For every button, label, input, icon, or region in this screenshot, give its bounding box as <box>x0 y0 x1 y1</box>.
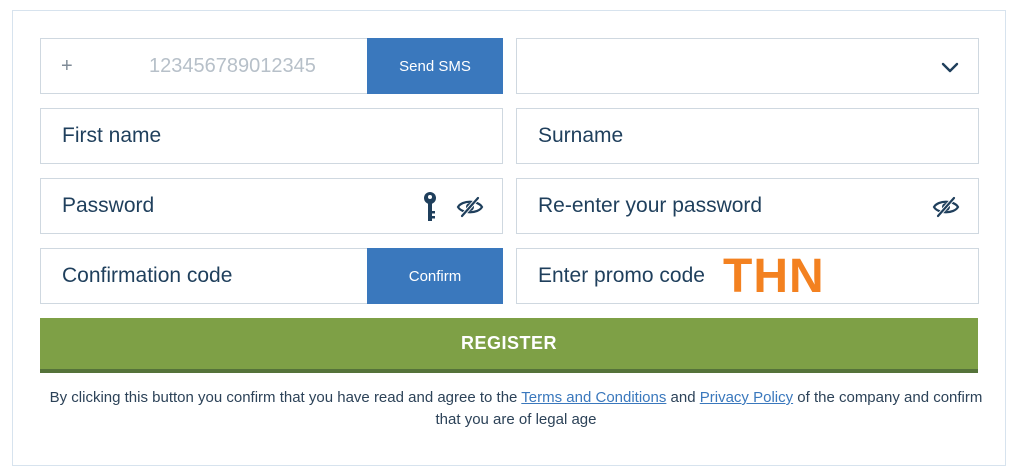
eye-slash-icon[interactable] <box>456 195 484 224</box>
send-sms-button[interactable]: Send SMS <box>367 38 503 94</box>
legal-text-1: By clicking this button you confirm that… <box>49 389 522 406</box>
password-field[interactable]: Password <box>40 178 503 234</box>
register-button[interactable]: REGISTER <box>40 318 978 373</box>
terms-link[interactable]: Terms and Conditions <box>521 389 666 406</box>
surname-field[interactable]: Surname <box>516 108 979 164</box>
key-icon[interactable] <box>421 191 439 228</box>
confirm-button[interactable]: Confirm <box>367 248 503 304</box>
register-label: REGISTER <box>460 333 557 353</box>
eye-slash-icon[interactable] <box>932 195 960 224</box>
reenter-password-field[interactable]: Re-enter your password <box>516 178 979 234</box>
privacy-link[interactable]: Privacy Policy <box>700 389 793 406</box>
confirm-label: Confirm <box>408 267 462 285</box>
reenter-password-placeholder: Re-enter your password <box>538 194 763 217</box>
country-select[interactable] <box>516 38 979 94</box>
chevron-down-icon[interactable] <box>941 61 959 79</box>
promo-code-value: THN <box>723 250 825 303</box>
confirmation-code-field[interactable]: Confirmation code Confirm <box>40 248 503 304</box>
legal-notice: By clicking this button you confirm that… <box>40 387 992 431</box>
promo-code-placeholder: Enter promo code <box>538 264 705 287</box>
send-sms-label: Send SMS <box>399 57 471 75</box>
first-name-placeholder: First name <box>62 124 162 147</box>
password-placeholder: Password <box>62 194 155 217</box>
surname-placeholder: Surname <box>538 124 624 147</box>
legal-text-2: and <box>666 389 700 406</box>
first-name-field[interactable]: First name <box>40 108 503 164</box>
phone-input[interactable]: 123456789012345 <box>149 55 316 78</box>
phone-field[interactable]: + 123456789012345 Send SMS <box>40 38 503 94</box>
promo-code-field[interactable]: Enter promo code THN <box>516 248 979 304</box>
confirmation-code-placeholder: Confirmation code <box>62 264 233 287</box>
phone-prefix: + <box>61 54 73 77</box>
